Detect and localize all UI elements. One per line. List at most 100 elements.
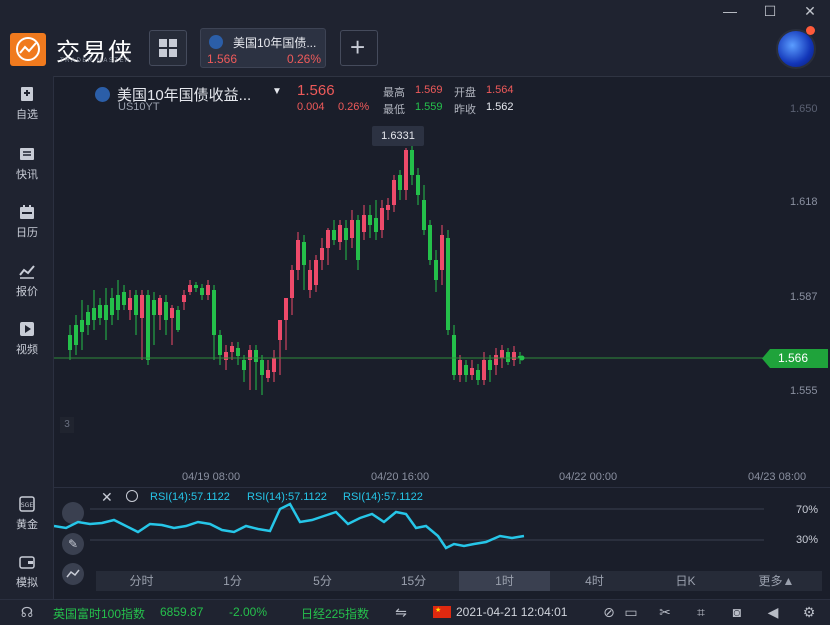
candle-body: [68, 335, 72, 350]
candle-body: [122, 292, 126, 305]
candle-body: [464, 365, 468, 375]
rsi-level-low: 30%: [796, 534, 819, 546]
app-logo-icon: [10, 33, 46, 66]
candle-body: [500, 350, 504, 358]
rsi-line: [54, 502, 525, 550]
price-axis-label: 1.555: [790, 385, 818, 397]
timeframe-tab[interactable]: 1分: [187, 571, 278, 591]
current-price-dot: [519, 355, 525, 361]
sidebar-item-simulate[interactable]: 模拟: [0, 554, 54, 590]
price-axis-label: 1.618: [790, 196, 818, 208]
symbol-bar-chart-icon: [95, 87, 110, 102]
candle-body: [506, 352, 510, 362]
candle-body: [392, 180, 396, 205]
candle-body: [458, 360, 462, 375]
tab-us10y[interactable]: 美国10年国债... 1.566 0.26%: [200, 28, 326, 68]
headset-icon[interactable]: ☊: [18, 603, 36, 621]
sidebar-item-label: 日历: [16, 227, 38, 239]
candle-body: [98, 305, 102, 318]
candle-body: [476, 370, 480, 380]
sidebar-item-label: 黄金: [16, 519, 38, 531]
sidebar-item-gold[interactable]: SGE 黄金: [0, 496, 54, 532]
sidebar-item-calendar[interactable]: 日历: [0, 204, 54, 240]
candlestick-chart[interactable]: [54, 120, 830, 490]
timeframe-tab-active[interactable]: 1时: [459, 571, 550, 591]
candle-body: [260, 360, 264, 375]
candle-body: [170, 308, 174, 318]
add-tab-button[interactable]: +: [340, 30, 378, 66]
notification-dot: [806, 26, 815, 35]
close-button[interactable]: ✕: [800, 2, 820, 20]
candle-body: [134, 295, 138, 315]
timeframe-tab[interactable]: 5分: [277, 571, 368, 591]
settings-icon[interactable]: ⚙: [800, 603, 818, 621]
symbol-code: US10YT: [118, 101, 160, 113]
candle-body: [176, 310, 180, 330]
camera-icon[interactable]: ◙: [728, 603, 746, 621]
current-price-tag-text: 1.566: [778, 351, 809, 365]
datetime: 2021-04-21 12:04:01: [456, 605, 568, 619]
candle-body: [338, 225, 342, 242]
candle-body: [284, 298, 288, 320]
candle-body: [146, 295, 150, 360]
layout-grid-button[interactable]: [149, 30, 187, 66]
news-icon: [20, 148, 34, 160]
timeframe-tab[interactable]: 15分: [368, 571, 459, 591]
china-flag-icon: ★: [433, 606, 451, 618]
candle-body: [290, 270, 294, 298]
sidebar-item-video[interactable]: 视频: [0, 321, 54, 357]
volume-icon[interactable]: ◀: [764, 603, 782, 621]
index2-name[interactable]: 日经225指数: [301, 605, 369, 622]
tab-price: 1.566: [207, 52, 238, 66]
svg-text:SGE: SGE: [21, 502, 33, 509]
candle-body: [296, 240, 300, 270]
candle-body: [206, 285, 210, 295]
globe-icon[interactable]: [776, 29, 816, 69]
price-axis-label: 1.650: [790, 103, 818, 115]
sidebar-item-watchlist[interactable]: 自选: [0, 86, 54, 122]
rsi-level-high: 70%: [796, 504, 819, 516]
candle-body: [416, 175, 420, 195]
timeframe-tab[interactable]: 日K: [640, 571, 731, 591]
timeframe-more-tab[interactable]: 更多▲: [731, 571, 822, 591]
maximize-button[interactable]: ☐: [760, 2, 780, 20]
candle-body: [224, 352, 228, 360]
translate-icon[interactable]: ⇋: [392, 603, 410, 621]
sidebar-item-news[interactable]: 快讯: [0, 146, 54, 182]
candle-body: [326, 230, 330, 248]
window-icon[interactable]: ▭: [622, 603, 640, 621]
plus-icon: +: [350, 32, 366, 62]
quote-chart-icon: [19, 265, 35, 279]
sidebar-item-label: 模拟: [16, 577, 38, 589]
candle-body: [272, 358, 276, 372]
candle-body: [236, 348, 240, 356]
candle-body: [194, 285, 198, 288]
crop-icon[interactable]: ⌗: [692, 603, 710, 621]
candle-body: [254, 350, 258, 362]
app-logo-subtitle: TRADER MASTER: [60, 58, 131, 64]
time-axis-label: 04/20 16:00: [371, 471, 430, 483]
tab-change-pct: 0.26%: [287, 52, 322, 66]
rsi-chart: [54, 502, 764, 550]
index1-name[interactable]: 英国富时100指数: [53, 605, 145, 622]
sidebar-item-quotes[interactable]: 报价: [0, 263, 54, 299]
symbol-dropdown-chevron-icon[interactable]: ▼: [272, 86, 282, 97]
minimize-button[interactable]: —: [720, 2, 740, 20]
gold-sge-icon: SGE: [19, 496, 35, 512]
candle-body: [308, 270, 312, 290]
candle-body: [482, 360, 486, 380]
open-value: 1.564: [486, 84, 514, 96]
candle-body: [320, 248, 324, 260]
status-bar: ☊ 英国富时100指数 6859.87 -2.00% 日经225指数 ⇋ ★ 2…: [0, 599, 830, 625]
wallet-icon: [19, 556, 35, 569]
calendar-icon: [20, 205, 34, 219]
candle-body: [380, 208, 384, 230]
bookmark-add-icon: [21, 87, 33, 101]
timeframe-tab[interactable]: 4时: [549, 571, 640, 591]
candle-body: [470, 368, 474, 375]
candle-body: [314, 260, 318, 285]
tools-icon[interactable]: ✂: [656, 603, 674, 621]
do-not-disturb-icon[interactable]: ⊘: [600, 603, 618, 621]
timeframe-tab[interactable]: 分时: [96, 571, 187, 591]
candle-body: [452, 335, 456, 375]
